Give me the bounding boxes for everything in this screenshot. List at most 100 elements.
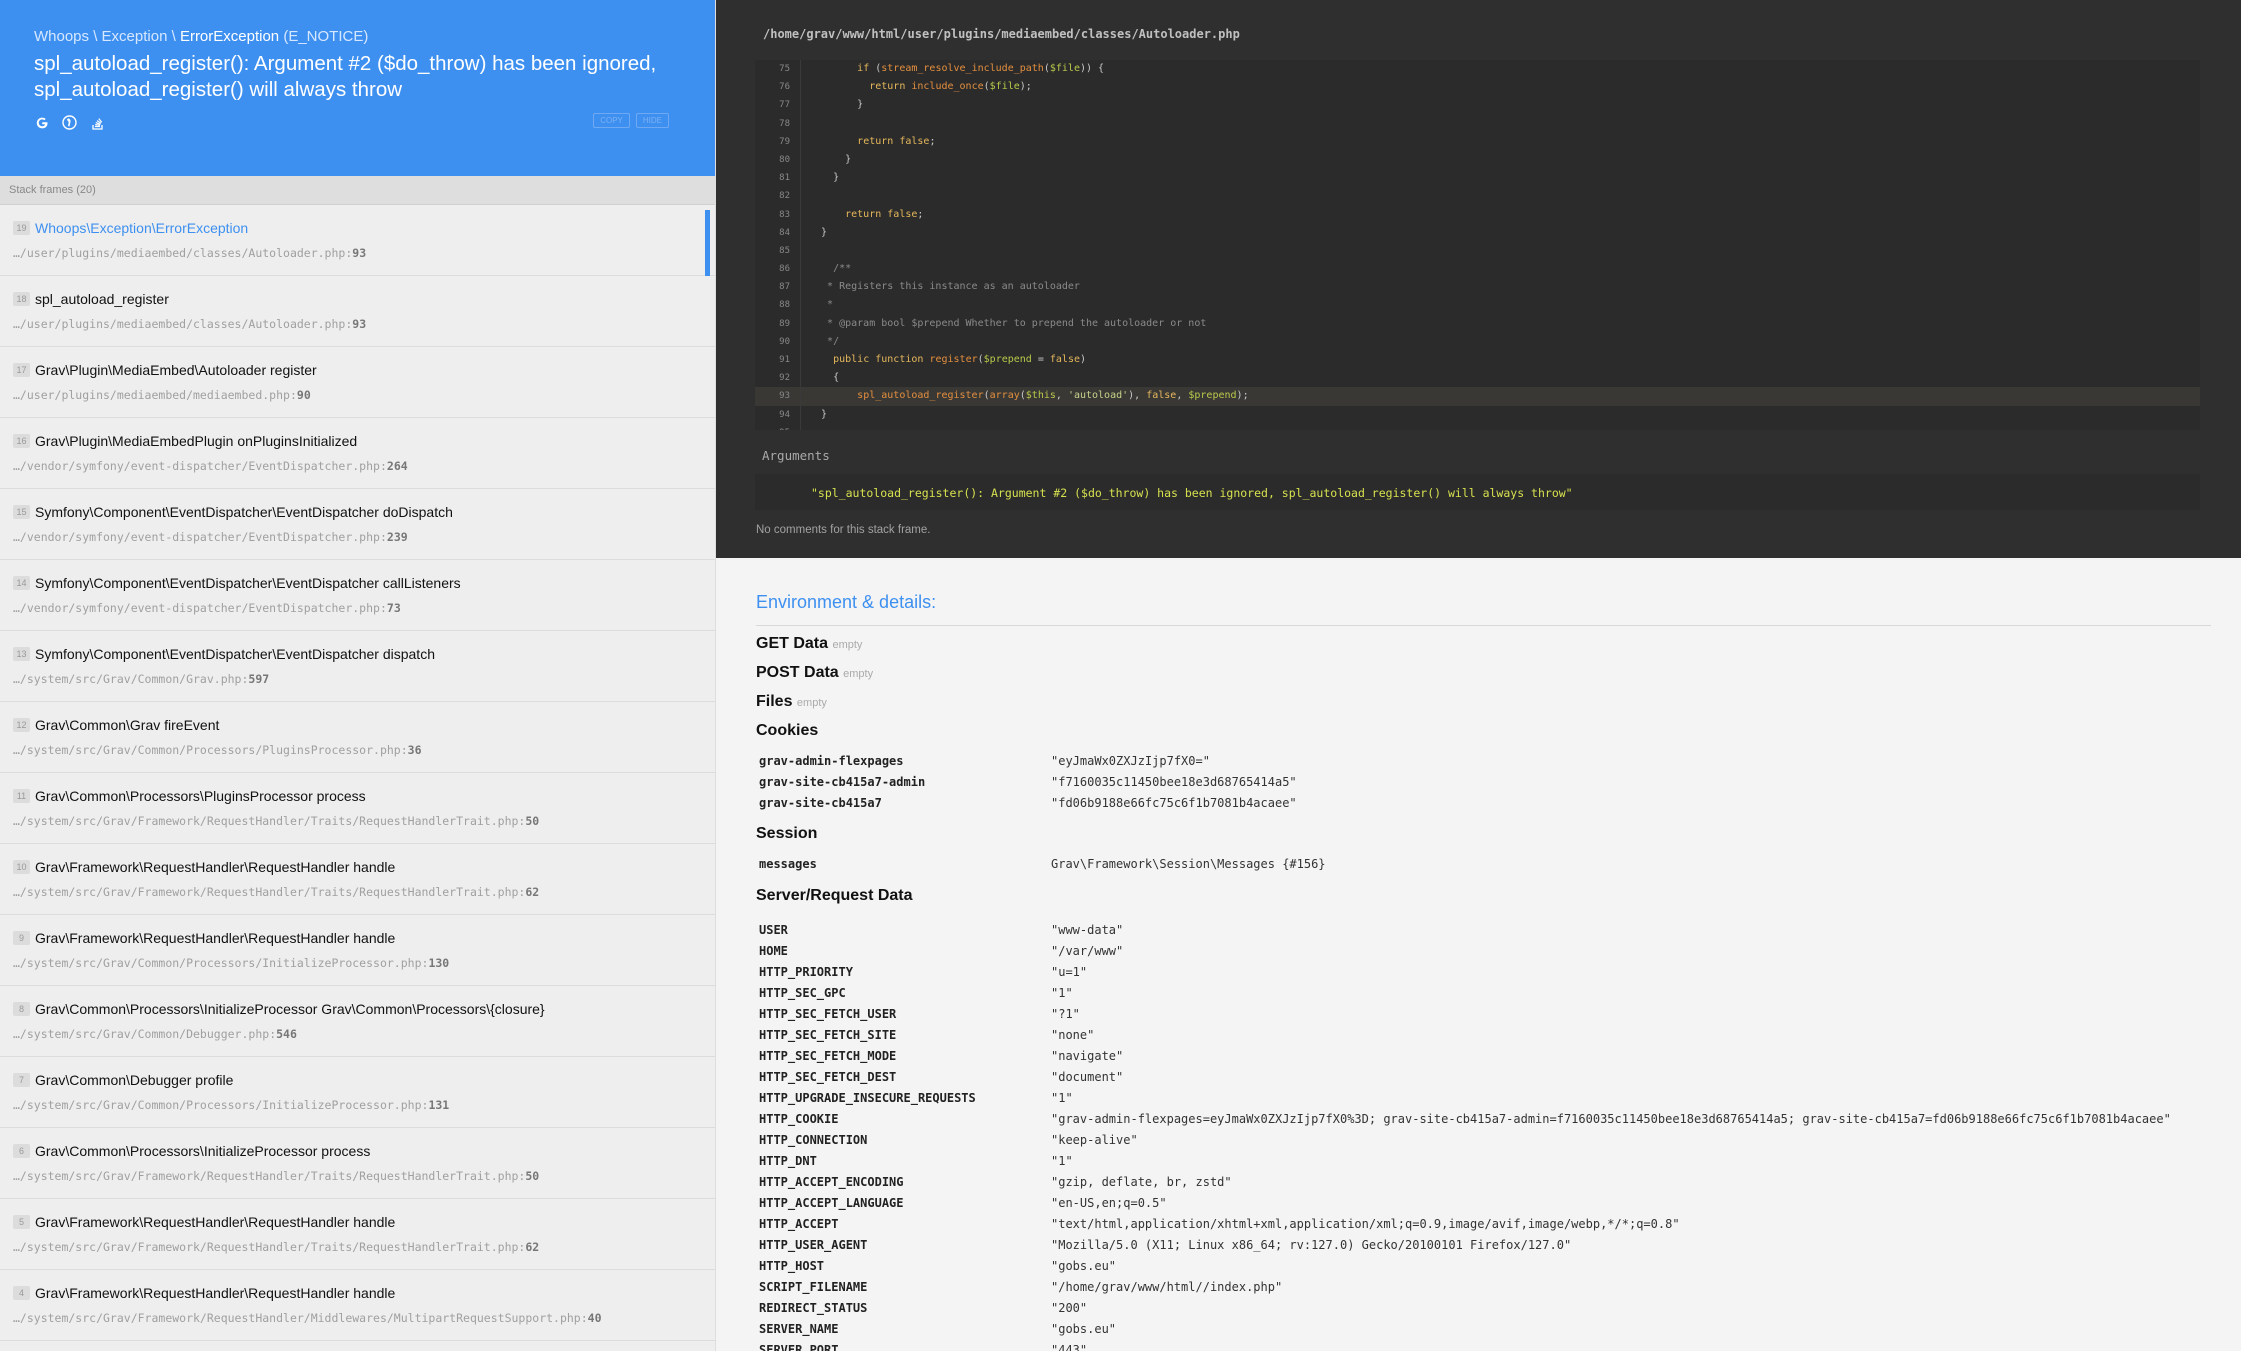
row-key: HTTP_SEC_FETCH_MODE (759, 1049, 897, 1063)
row-key: HTTP_SEC_FETCH_DEST (759, 1070, 897, 1084)
row-value: "eyJmaWx0ZXJzIjp7fX0=" (1051, 754, 1210, 768)
table-row: HTTP_PRIORITY "u=1" (759, 962, 1087, 983)
row-value: "gobs.eu" (1051, 1322, 1117, 1336)
row-key: HTTP_COOKIE (759, 1112, 839, 1126)
row-value: "en-US,en;q=0.5" (1051, 1196, 1167, 1210)
row-value: "none" (1051, 1028, 1095, 1042)
frame-file: …/system/src/Grav/Common/Processors/Plug… (13, 743, 401, 757)
line-number: 79 (755, 132, 801, 151)
frame-class: Grav\Common\Processors\InitializeProcess… (35, 1001, 545, 1017)
row-value: "document" (1051, 1070, 1124, 1084)
stack-frame[interactable]: 10 Grav\Framework\RequestHandler\RequestH… (0, 844, 715, 915)
stack-frame[interactable]: 7 Grav\Common\Debugger profile …/system/sr… (0, 1057, 715, 1128)
frame-index: 6 (13, 1144, 30, 1158)
line-number: 91 (755, 351, 801, 370)
row-key: grav-admin-flexpages (759, 754, 904, 768)
row-value: "f7160035c11450bee18e3d68765414a5" (1051, 775, 1297, 789)
stack-frame[interactable]: 11 Grav\Common\Processors\PluginsProcesso… (0, 773, 715, 844)
line-number: 84 (755, 223, 801, 242)
exception-namespace-2: Exception (101, 28, 168, 45)
line-source: spl_autoload_register(array($this, 'auto… (857, 390, 1249, 402)
frame-file: …/system/src/Grav/Framework/RequestHandl… (13, 814, 519, 828)
stack-frame[interactable]: 9 Grav\Framework\RequestHandler\RequestHa… (0, 915, 715, 986)
stack-frame[interactable]: 19 Whoops\Exception\ErrorException …/user/… (0, 205, 715, 280)
stack-frame[interactable]: 12 Grav\Common\Grav fireEvent …/system/src… (0, 702, 715, 773)
frame-class: Grav\Common\Processors\InitializeProcess… (35, 1143, 371, 1159)
frame-class: Whoops\Exception\ErrorException (35, 220, 249, 236)
frame-class: Grav\Common\Grav fireEvent (35, 717, 220, 733)
row-value: "?1" (1051, 1007, 1080, 1021)
table-row: grav-site-cb415a7 "fd06b9188e66fc75c6f1b7… (759, 793, 1297, 814)
frame-index: 7 (13, 1073, 30, 1087)
files-label: Files (756, 693, 793, 710)
stack-frame[interactable]: 13 Symfony\Component\EventDispatcher\Even… (0, 631, 715, 702)
line-number: 78 (755, 114, 801, 133)
stack-frame[interactable]: 6 Grav\Common\Processors\InitializeProces… (0, 1128, 715, 1199)
line-source (801, 187, 809, 205)
copy-button[interactable]: COPY (593, 113, 630, 128)
table-row: HTTP_ACCEPT_ENCODING "gzip, deflate, br, … (759, 1172, 1232, 1193)
files-heading: Files empty (756, 693, 827, 711)
frame-file: …/system/src/Grav/Common/Debugger.php (13, 1027, 270, 1041)
frame-index: 14 (13, 576, 30, 590)
row-key: HTTP_ACCEPT_ENCODING (759, 1175, 904, 1189)
line-number: 95 (755, 423, 801, 430)
stack-frame[interactable]: 16 Grav\Plugin\MediaEmbedPlugin onPlugins… (0, 418, 715, 489)
frame-file: …/vendor/symfony/event-dispatcher/EventD… (13, 459, 380, 473)
table-row: HTTP_SEC_FETCH_MODE "navigate" (759, 1046, 1123, 1067)
frame-file: …/vendor/symfony/event-dispatcher/EventD… (13, 530, 380, 544)
frame-index: 12 (13, 718, 30, 732)
stack-frame[interactable]: 14 Symfony\Component\EventDispatcher\Even… (0, 560, 715, 631)
argument-value: "spl_autoload_register(): Argument #2 ($… (811, 486, 1573, 500)
line-source: public function register($prepend = fals… (833, 354, 1087, 365)
line-number: 81 (755, 169, 801, 188)
line-source: } (809, 153, 852, 165)
code-line: 94 } (755, 405, 2200, 424)
google-icon[interactable] (34, 115, 49, 130)
row-value: "keep-alive" (1051, 1133, 1138, 1147)
code-line: 77 } (755, 96, 2200, 115)
frame-file-path[interactable]: /home/grav/www/html/user/plugins/mediaem… (763, 27, 1240, 41)
table-row: REDIRECT_STATUS "200" (759, 1298, 1087, 1319)
hide-button[interactable]: HIDE (635, 113, 669, 128)
code-line: 87 * Registers this instance as an autol… (755, 278, 2200, 297)
line-number: 89 (755, 314, 801, 333)
row-value: "navigate" (1051, 1049, 1124, 1063)
code-line: 85 (755, 241, 2200, 261)
stack-frame[interactable]: 8 Grav\Common\Processors\InitializeProces… (0, 986, 715, 1057)
stack-frame[interactable]: 5 Grav\Framework\RequestHandler\RequestHa… (0, 1199, 715, 1270)
environment-details: Environment & details: GET Data empty PO… (716, 558, 2241, 1351)
table-row: HTTP_ACCEPT_LANGUAGE "en-US,en;q=0.5" (759, 1193, 1167, 1214)
frame-index: 19 (13, 221, 30, 235)
duckduckgo-icon[interactable] (62, 115, 77, 130)
stack-frame[interactable]: 17 Grav\Plugin\MediaEmbed\Autoloader regi… (0, 347, 715, 418)
exception-class-name: ErrorException (179, 28, 280, 45)
post-data-label: POST Data (756, 664, 839, 681)
row-key: SCRIPT_FILENAME (759, 1280, 868, 1294)
frame-class: Symfony\Component\EventDispatcher\EventD… (35, 646, 435, 662)
frame-class: Symfony\Component\EventDispatcher\EventD… (35, 575, 461, 591)
stackoverflow-icon[interactable] (90, 115, 105, 130)
row-key: HTTP_ACCEPT_LANGUAGE (759, 1196, 904, 1210)
stack-panel: Whoops \ Exception \ ErrorException (E_N… (0, 0, 716, 1351)
row-value: "Mozilla/5.0 (X11; Linux x86_64; rv:127.… (1051, 1238, 1572, 1252)
cookies-heading: Cookies (756, 722, 819, 739)
row-value: "/var/www" (1051, 944, 1124, 958)
row-value: "443" (1051, 1343, 1088, 1351)
frame-file: …/user/plugins/mediaembed/classes/Autolo… (13, 317, 346, 331)
frame-line: 50 (525, 814, 540, 828)
row-value: "text/html,application/xhtml+xml,applica… (1051, 1217, 1680, 1231)
exception-actions: COPY HIDE (593, 113, 669, 128)
code-line: 91 public function register($prepend = f… (755, 351, 2200, 370)
stack-frame[interactable]: 18 spl_autoload_register …/user/plugins/me… (0, 276, 715, 347)
line-number: 93 (755, 387, 801, 406)
table-row: HTTP_HOST "gobs.eu" (759, 1256, 1116, 1277)
stack-frame[interactable]: 15 Symfony\Component\EventDispatcher\Even… (0, 489, 715, 560)
code-line: 75 if (stream_resolve_include_path($file… (755, 60, 2200, 79)
frame-file: …/vendor/symfony/event-dispatcher/EventD… (13, 601, 380, 615)
line-source: * Registers this instance as an autoload… (809, 281, 1080, 293)
row-key: HTTP_CONNECTION (759, 1133, 868, 1147)
exception-namespace-1: Whoops (34, 28, 90, 45)
stack-frame[interactable]: 4 Grav\Framework\RequestHandler\RequestHa… (0, 1270, 715, 1341)
row-key: REDIRECT_STATUS (759, 1301, 868, 1315)
